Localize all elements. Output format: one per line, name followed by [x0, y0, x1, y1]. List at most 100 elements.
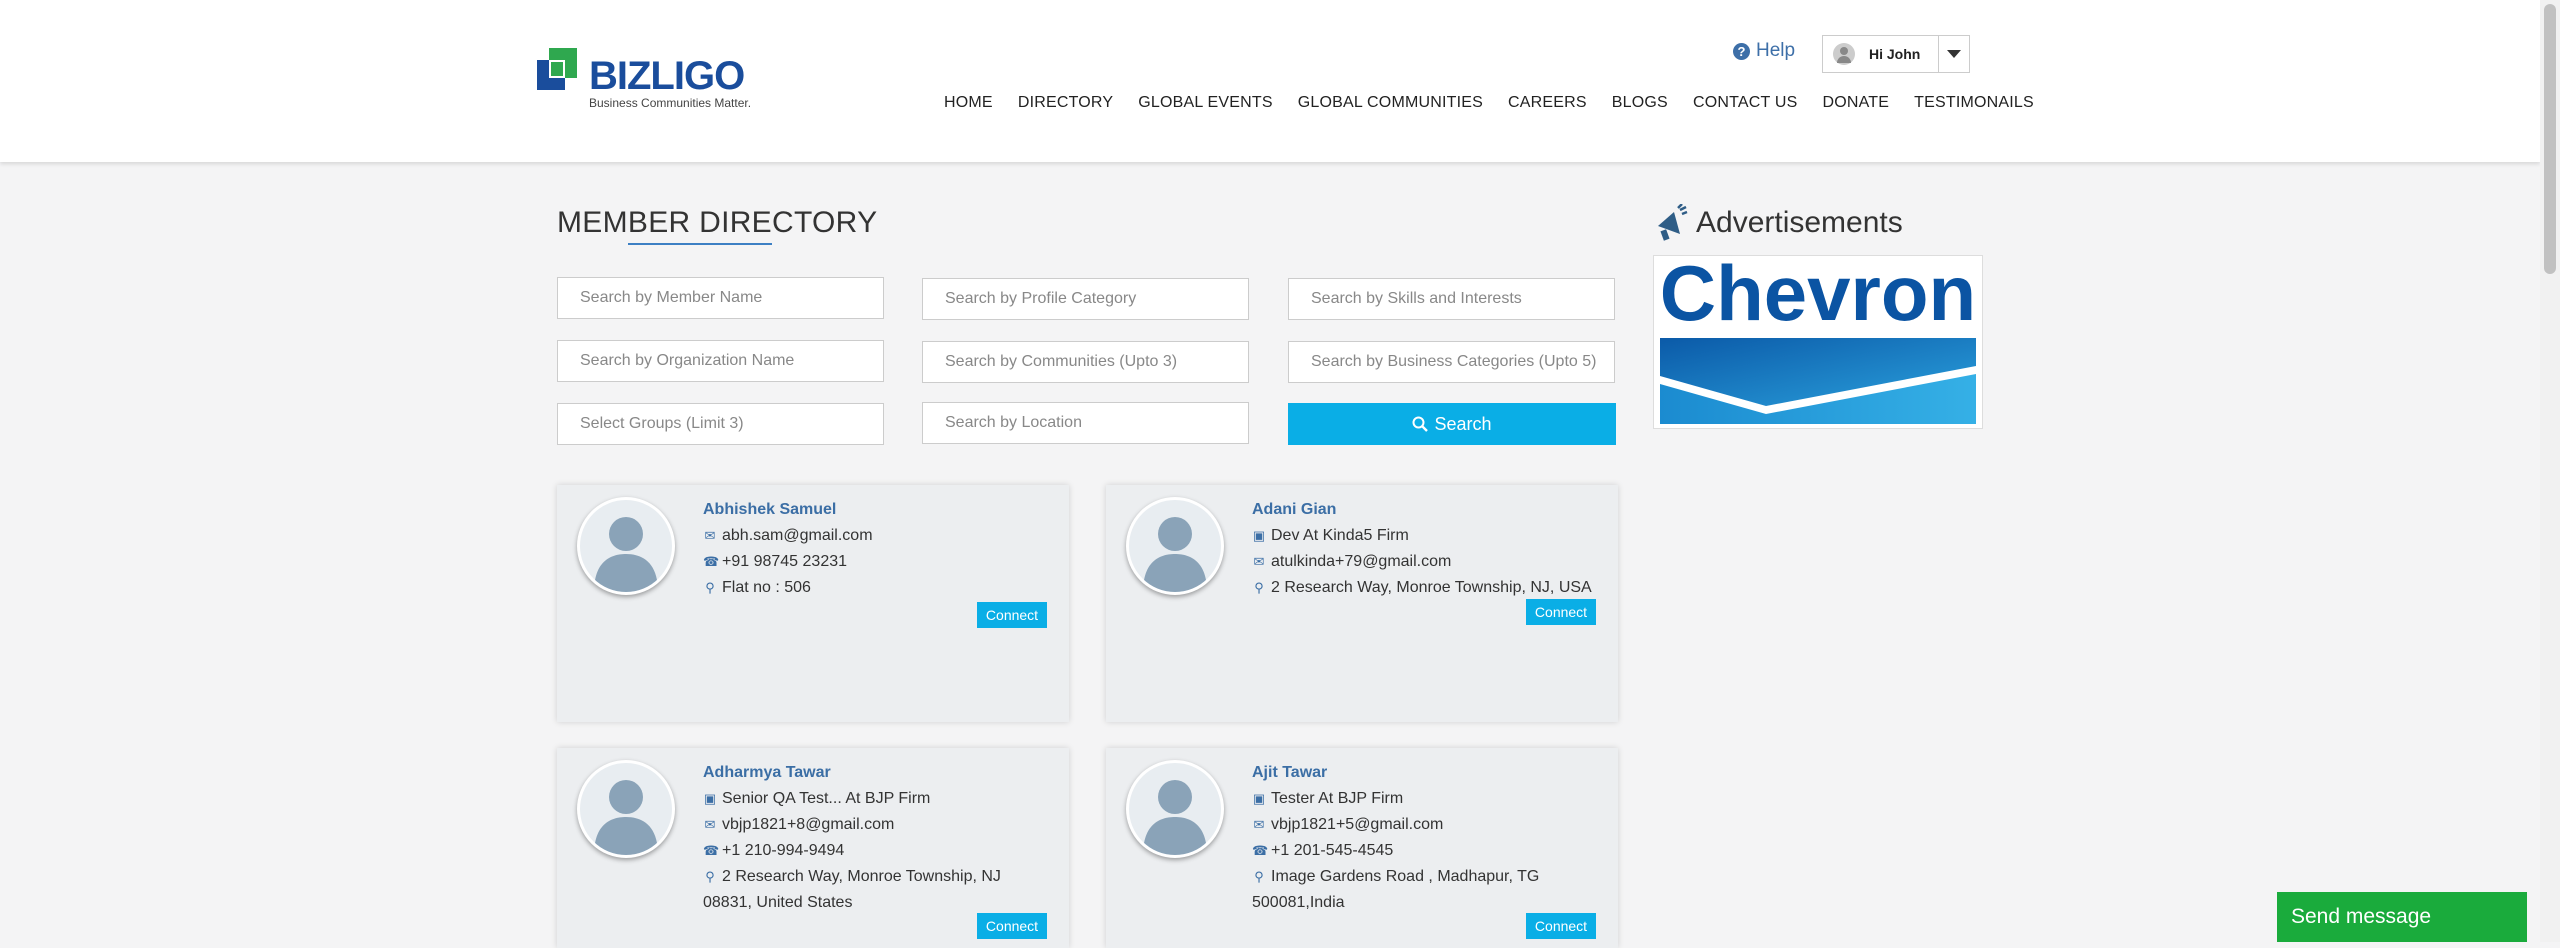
- map-marker-icon: ⚲: [705, 580, 715, 595]
- briefcase-icon: ▣: [1252, 791, 1266, 806]
- bizligo-logo-mark: [537, 48, 577, 90]
- member-info: Adani Gian ▣ Dev At Kinda5 Firm ✉ atulkind…: [1252, 497, 1592, 601]
- map-marker-icon: ⚲: [1254, 869, 1264, 884]
- chevron-brand-text: Chevron: [1660, 256, 1976, 337]
- envelope-icon: ✉: [1253, 817, 1265, 832]
- bizligo-logo[interactable]: BIZLIGO Business Communities Matter.: [537, 48, 762, 114]
- member-location-row: ⚲ 2 Research Way, Monroe Township, NJ: [703, 864, 1001, 890]
- user-menu-dropdown[interactable]: Hi John: [1822, 35, 1970, 73]
- nav-testimonials[interactable]: TESTIMONAILS: [1914, 94, 2034, 112]
- member-email-row: ✉ vbjp1821+8@gmail.com: [703, 812, 1001, 838]
- connect-button[interactable]: Connect: [977, 602, 1047, 628]
- user-silhouette-icon: [594, 780, 658, 855]
- search-button[interactable]: Search: [1288, 403, 1616, 445]
- member-email-row: ✉ vbjp1821+5@gmail.com: [1252, 812, 1539, 838]
- connect-button[interactable]: Connect: [977, 913, 1047, 939]
- briefcase-icon: ▣: [1252, 528, 1266, 543]
- briefcase-icon: ▣: [703, 791, 717, 806]
- chevron-ad-image: Chevron: [1660, 249, 1976, 424]
- member-phone: +1 201-545-4545: [1271, 842, 1394, 859]
- member-name-link[interactable]: Adharmya Tawar: [703, 760, 1001, 786]
- phone-icon: ☎: [703, 843, 720, 858]
- page-title: MEMBER DIRECTORY: [557, 206, 878, 239]
- nav-contact-us[interactable]: CONTACT US: [1693, 94, 1798, 112]
- nav-donate[interactable]: DONATE: [1822, 94, 1889, 112]
- member-phone: +91 98745 23231: [722, 553, 848, 570]
- connect-button[interactable]: Connect: [1526, 599, 1596, 625]
- bullhorn-icon: [1658, 204, 1688, 241]
- advertisements-heading: Advertisements: [1654, 204, 1903, 242]
- nav-directory[interactable]: DIRECTORY: [1018, 94, 1113, 112]
- title-underline: [628, 243, 772, 245]
- member-avatar[interactable]: [1126, 760, 1224, 858]
- member-name-link[interactable]: Adani Gian: [1252, 497, 1592, 523]
- skills-interests-input[interactable]: [1288, 278, 1615, 320]
- phone-icon: ☎: [703, 554, 720, 569]
- member-location-row: ⚲ Flat no : 506: [703, 575, 873, 601]
- member-avatar[interactable]: [577, 497, 675, 595]
- communities-select[interactable]: [922, 341, 1249, 383]
- member-email-row: ✉ abh.sam@gmail.com: [703, 523, 873, 549]
- user-greeting: Hi John: [1869, 46, 1921, 62]
- nav-home[interactable]: HOME: [944, 94, 993, 112]
- caret-down-icon[interactable]: [1938, 36, 1969, 72]
- envelope-icon: ✉: [704, 528, 716, 543]
- member-card: Abhishek Samuel ✉ abh.sam@gmail.com ☎ +91 …: [557, 485, 1069, 722]
- member-location-line2: 08831, United States: [703, 894, 853, 911]
- member-card: Adharmya Tawar ▣ Senior QA Test... At BJP…: [557, 748, 1069, 948]
- user-silhouette-icon: [594, 517, 658, 592]
- question-circle-icon: ?: [1733, 42, 1750, 60]
- chevron-advertisement[interactable]: Chevron: [1653, 249, 1983, 429]
- member-email-row: ✉ atulkinda+79@gmail.com: [1252, 549, 1592, 575]
- scrollbar-thumb[interactable]: [2544, 4, 2556, 274]
- organization-name-input[interactable]: [557, 340, 884, 382]
- member-name-input[interactable]: [557, 277, 884, 319]
- member-info: Ajit Tawar ▣ Tester At BJP Firm ✉ vbjp1821…: [1252, 760, 1539, 916]
- member-location: Flat no : 506: [722, 579, 811, 596]
- member-location-line1: Image Gardens Road , Madhapur, TG: [1271, 868, 1540, 885]
- member-avatar[interactable]: [577, 760, 675, 858]
- nav-blogs[interactable]: BLOGS: [1612, 94, 1668, 112]
- search-button-label: Search: [1434, 413, 1492, 434]
- help-link[interactable]: ? Help: [1733, 40, 1795, 62]
- envelope-icon: ✉: [1253, 554, 1265, 569]
- location-input[interactable]: [922, 402, 1249, 444]
- member-email: abh.sam@gmail.com: [722, 527, 873, 544]
- logo-tagline: Business Communities Matter.: [589, 96, 752, 110]
- business-categories-select[interactable]: [1288, 341, 1615, 383]
- member-email: vbjp1821+5@gmail.com: [1271, 816, 1444, 833]
- nav-careers[interactable]: CAREERS: [1508, 94, 1587, 112]
- member-location-row-2: 08831, United States: [703, 890, 1001, 916]
- member-location-row: ⚲ 2 Research Way, Monroe Township, NJ, US…: [1252, 575, 1592, 601]
- member-email: atulkinda+79@gmail.com: [1271, 553, 1452, 570]
- search-icon: [1412, 416, 1429, 432]
- member-avatar[interactable]: [1126, 497, 1224, 595]
- main-nav: HOME DIRECTORY GLOBAL EVENTS GLOBAL COMM…: [944, 94, 2034, 112]
- member-job: Dev At Kinda5 Firm: [1271, 527, 1409, 544]
- member-location: 2 Research Way, Monroe Township, NJ, USA: [1271, 579, 1592, 596]
- user-avatar-icon: [1833, 43, 1855, 65]
- member-name-link[interactable]: Ajit Tawar: [1252, 760, 1539, 786]
- map-marker-icon: ⚲: [705, 869, 715, 884]
- member-location-line1: 2 Research Way, Monroe Township, NJ: [722, 868, 1001, 885]
- user-silhouette-icon: [1143, 780, 1207, 855]
- nav-global-events[interactable]: GLOBAL EVENTS: [1138, 94, 1273, 112]
- phone-icon: ☎: [1252, 843, 1269, 858]
- send-message-chat-button[interactable]: Send message: [2277, 892, 2527, 942]
- member-card: Ajit Tawar ▣ Tester At BJP Firm ✉ vbjp1821…: [1106, 748, 1618, 948]
- send-message-label: Send message: [2291, 905, 2432, 928]
- profile-category-input[interactable]: [922, 278, 1249, 320]
- help-label: Help: [1756, 40, 1796, 61]
- member-job-row: ▣ Dev At Kinda5 Firm: [1252, 523, 1592, 549]
- connect-button[interactable]: Connect: [1526, 913, 1596, 939]
- nav-global-communities[interactable]: GLOBAL COMMUNITIES: [1298, 94, 1483, 112]
- page-scrollbar[interactable]: [2540, 0, 2560, 942]
- groups-select[interactable]: [557, 403, 884, 445]
- member-card: Adani Gian ▣ Dev At Kinda5 Firm ✉ atulkind…: [1106, 485, 1618, 722]
- envelope-icon: ✉: [704, 817, 716, 832]
- member-job: Tester At BJP Firm: [1271, 790, 1404, 807]
- member-name-link[interactable]: Abhishek Samuel: [703, 497, 873, 523]
- member-email: vbjp1821+8@gmail.com: [722, 816, 895, 833]
- member-job-row: ▣ Senior QA Test... At BJP Firm: [703, 786, 1001, 812]
- member-phone-row: ☎ +1 201-545-4545: [1252, 838, 1539, 864]
